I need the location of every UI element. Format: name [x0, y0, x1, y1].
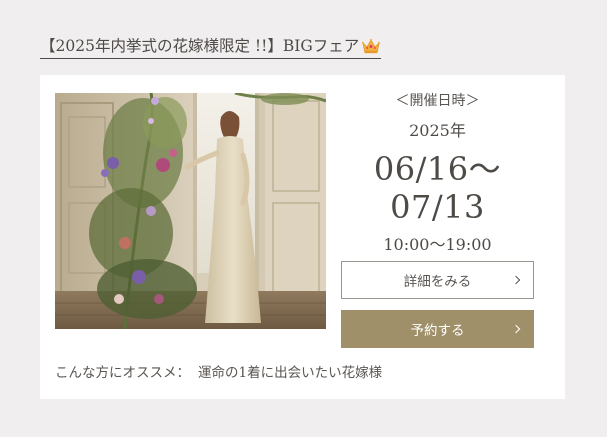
schedule: ＜開催日時＞ 2025年 06/16～ 07/13 10:00～19:00 — [341, 91, 534, 256]
recommendation: こんな方にオススメ： 運命の1着に出会いたい花嫁様 — [55, 361, 382, 381]
reserve-button[interactable]: 予約する — [341, 310, 534, 348]
schedule-date-start: 06/16～ — [373, 150, 502, 188]
detail-button[interactable]: 詳細をみる — [341, 261, 534, 299]
reserve-button-label: 予約する — [410, 323, 465, 339]
recommendation-label: こんな方にオススメ： — [55, 365, 190, 381]
schedule-dates: 06/16～ 07/13 — [341, 150, 534, 226]
crown-icon — [361, 38, 381, 54]
detail-button-label: 詳細をみる — [403, 274, 472, 290]
schedule-date-end: 07/13 — [390, 188, 485, 226]
schedule-year: 2025年 — [409, 121, 466, 140]
event-card: ＜開催日時＞ 2025年 06/16～ 07/13 10:00～19:00 詳細… — [40, 75, 565, 399]
chevron-right-icon — [511, 324, 521, 334]
chevron-right-icon — [511, 275, 521, 285]
schedule-time: 10:00～19:00 — [383, 235, 492, 254]
bride-photo[interactable] — [55, 93, 326, 329]
event-title[interactable]: 【2025年内挙式の花嫁様限定 !!】BIGフェア — [40, 34, 359, 56]
event-title-link[interactable]: 【2025年内挙式の花嫁様限定 !!】BIGフェア — [40, 34, 382, 59]
schedule-label: ＜開催日時＞ — [395, 93, 480, 109]
recommendation-value: 運命の1着に出会いたい花嫁様 — [198, 365, 383, 381]
